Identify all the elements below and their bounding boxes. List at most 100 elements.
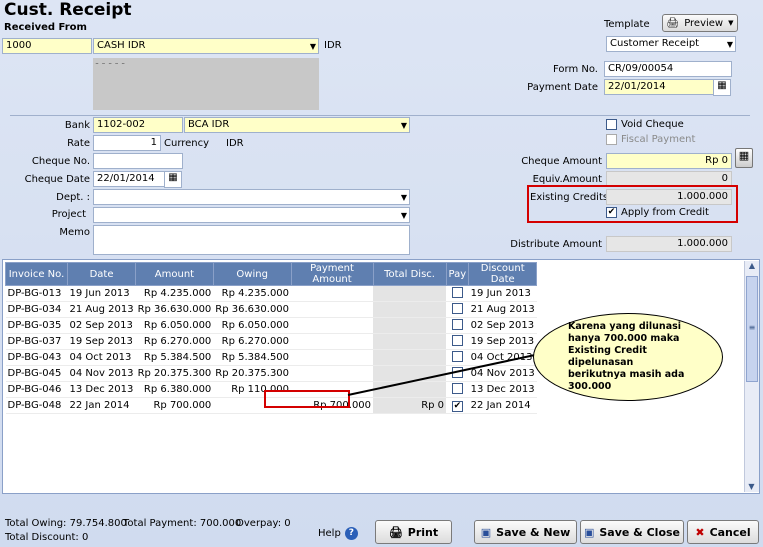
payment-amount-cell[interactable] xyxy=(291,285,374,302)
currency-value: IDR xyxy=(226,138,244,149)
owing-cell: Rp 20.375.300 xyxy=(213,365,292,382)
cust-receipt-window: Cust. Receipt Received From 1000 CASH ID… xyxy=(0,0,763,547)
void-cheque-option[interactable]: Void Cheque xyxy=(606,119,684,130)
invoice-no-cell: DP-BG-013 xyxy=(5,285,68,302)
template-label: Template xyxy=(604,19,650,30)
amount-cell: Rp 6.270.000 xyxy=(135,333,214,350)
chevron-down-icon: ▼ xyxy=(400,193,407,202)
date-cell: 13 Dec 2013 xyxy=(67,381,136,398)
calendar-icon[interactable]: ▦ xyxy=(164,171,182,188)
save-new-label: Save & New xyxy=(496,525,571,539)
cheque-no-field[interactable] xyxy=(93,153,183,169)
apply-from-credit-label: Apply from Credit xyxy=(621,207,709,218)
cheque-date-label: Cheque Date xyxy=(24,174,90,185)
col-payment-amount[interactable]: Payment Amount xyxy=(290,262,374,286)
cancel-label: Cancel xyxy=(709,525,751,539)
apply-from-credit-option[interactable]: ✔ Apply from Credit xyxy=(606,207,709,218)
currency-label: Currency xyxy=(164,138,210,149)
date-cell: 19 Jun 2013 xyxy=(67,285,136,302)
invoice-no-cell: DP-BG-045 xyxy=(5,365,68,382)
dept-select[interactable]: ▼ xyxy=(93,189,410,205)
date-cell: 04 Oct 2013 xyxy=(67,349,136,366)
payment-amount-highlight xyxy=(264,390,350,408)
owing-cell: Rp 6.050.000 xyxy=(213,317,292,334)
bank-name-field[interactable]: BCA IDR ▼ xyxy=(184,117,410,133)
memo-field[interactable] xyxy=(93,225,410,255)
payment-date-label: Payment Date xyxy=(527,82,598,93)
scrollbar-thumb[interactable]: ≡ xyxy=(746,276,758,382)
help-link[interactable]: Help ? xyxy=(318,527,358,540)
total-payment: Total Payment: 700.000 xyxy=(123,518,242,529)
pay-checkbox[interactable] xyxy=(451,302,463,314)
template-select[interactable]: Customer Receipt ▼ xyxy=(606,36,736,52)
total-owing: Total Owing: 79.754.800 xyxy=(5,518,127,529)
template-value: Customer Receipt xyxy=(610,38,700,49)
invoice-no-cell: DP-BG-034 xyxy=(5,301,68,318)
form-no-label: Form No. xyxy=(553,64,598,75)
divider xyxy=(10,115,750,116)
scroll-down-icon[interactable]: ▼ xyxy=(745,482,758,491)
vertical-scrollbar[interactable]: ▲ ≡ ▼ xyxy=(744,261,759,492)
date-cell: 22 Jan 2014 xyxy=(67,397,136,414)
save-new-button[interactable]: ▣ Save & New xyxy=(474,520,577,544)
distribute-amount-field: 1.000.000 xyxy=(606,236,732,252)
cheque-date-field[interactable]: 22/01/2014 xyxy=(93,171,165,187)
col-discount-date[interactable]: Discount Date xyxy=(468,262,538,286)
customer-name-field[interactable]: CASH IDR ▼ xyxy=(93,38,319,54)
date-cell: 21 Aug 2013 xyxy=(67,301,136,318)
col-date[interactable]: Date xyxy=(66,262,137,286)
bank-code-field[interactable]: 1102-002 xyxy=(93,117,183,133)
preview-button[interactable]: 🖨 Preview ▼ xyxy=(662,14,738,32)
void-cheque-label: Void Cheque xyxy=(621,119,684,130)
existing-credits-field: 1.000.000 xyxy=(606,189,732,205)
form-no-field[interactable]: CR/09/00054 xyxy=(604,61,732,77)
page-title: Cust. Receipt xyxy=(4,0,132,20)
cancel-icon: ✖ xyxy=(695,525,705,539)
col-amount[interactable]: Amount xyxy=(135,262,214,286)
memo-label: Memo xyxy=(59,227,90,238)
discount-date-cell[interactable]: 19 Jun 2013 xyxy=(468,285,537,302)
amount-cell: Rp 5.384.500 xyxy=(135,349,214,366)
col-total-disc[interactable]: Total Disc. xyxy=(372,262,447,286)
amount-cell: Rp 20.375.300 xyxy=(135,365,214,382)
pay-cell[interactable] xyxy=(446,285,469,302)
save-close-label: Save & Close xyxy=(599,525,681,539)
invoice-no-cell: DP-BG-037 xyxy=(5,333,68,350)
owing-cell: Rp 36.630.000 xyxy=(213,301,292,318)
fiscal-payment-checkbox xyxy=(606,134,617,145)
amount-cell: Rp 36.630.000 xyxy=(135,301,214,318)
bank-name-text: BCA IDR xyxy=(188,119,230,130)
rate-label: Rate xyxy=(67,138,90,149)
col-invoice-no[interactable]: Invoice No. xyxy=(5,262,68,286)
col-pay[interactable]: Pay xyxy=(445,262,470,286)
project-select[interactable]: ▼ xyxy=(93,207,410,223)
callout-text: Karena yang dilunasi hanya 700.000 maka … xyxy=(568,321,685,392)
scroll-up-icon[interactable]: ▲ xyxy=(745,261,759,275)
customer-name-text: CASH IDR xyxy=(97,40,146,51)
calculator-icon[interactable]: ▦ xyxy=(735,148,753,168)
calendar-icon[interactable]: ▦ xyxy=(713,79,731,96)
table-row[interactable]: DP-BG-013 19 Jun 2013 Rp 4.235.000 Rp 4.235… xyxy=(5,285,537,302)
rate-field[interactable]: 1 xyxy=(93,135,161,151)
print-button[interactable]: 🖨 Print xyxy=(375,520,452,544)
apply-from-credit-checkbox[interactable]: ✔ xyxy=(606,207,617,218)
received-from-label: Received From xyxy=(4,22,87,33)
cheque-amount-field[interactable]: Rp 0 xyxy=(606,153,732,169)
overpay: Overpay: 0 xyxy=(236,518,291,529)
payment-date-field[interactable]: 22/01/2014 xyxy=(604,79,714,95)
chevron-down-icon: ▼ xyxy=(726,40,733,49)
printer-icon: 🖨 xyxy=(666,17,680,29)
amount-cell: Rp 700.000 xyxy=(135,397,214,414)
col-owing[interactable]: Owing xyxy=(212,262,292,286)
owing-cell: Rp 4.235.000 xyxy=(213,285,292,302)
save-close-button[interactable]: ▣ Save & Close xyxy=(580,520,684,544)
printer-icon: 🖨 xyxy=(388,525,403,539)
owing-cell: Rp 5.384.500 xyxy=(213,349,292,366)
pay-checkbox[interactable] xyxy=(451,286,463,298)
invoice-no-cell: DP-BG-035 xyxy=(5,317,68,334)
cancel-button[interactable]: ✖ Cancel xyxy=(687,520,759,544)
invoice-no-cell: DP-BG-046 xyxy=(5,381,68,398)
customer-id-field[interactable]: 1000 xyxy=(2,38,92,54)
chevron-down-icon[interactable]: ▼ xyxy=(310,40,316,53)
void-cheque-checkbox[interactable] xyxy=(606,119,617,130)
